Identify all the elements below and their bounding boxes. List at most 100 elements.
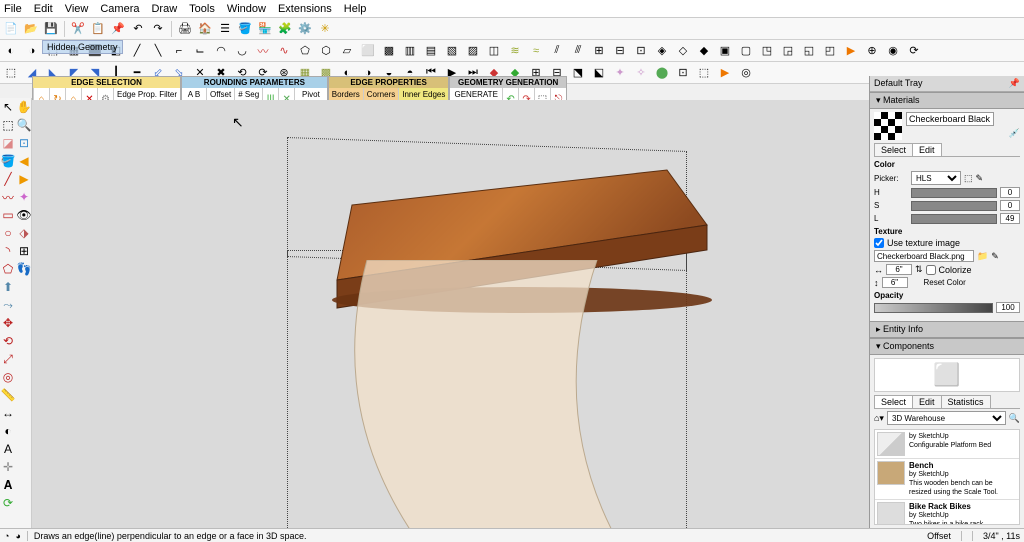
t3-select-icon[interactable]: ⬚ [2, 64, 20, 82]
tab-comp-stats[interactable]: Statistics [941, 395, 991, 408]
t2-cube-icon[interactable]: ▥ [401, 42, 419, 60]
colorize-checkbox[interactable] [926, 265, 936, 275]
t2-icon[interactable]: ◲ [779, 42, 797, 60]
l-slider[interactable] [911, 214, 997, 224]
warehouse-select[interactable]: 3D Warehouse [887, 411, 1006, 425]
menu-tools[interactable]: Tools [189, 3, 215, 15]
t2-icon[interactable]: ⊡ [632, 42, 650, 60]
tab-select[interactable]: Select [874, 143, 913, 156]
t2-icon[interactable]: ╱ [128, 42, 146, 60]
t2-cube-icon[interactable]: ▧ [443, 42, 461, 60]
tex-w-input[interactable] [886, 264, 912, 275]
swap-icon[interactable]: ⬚ [964, 173, 973, 184]
material-swatch[interactable] [874, 112, 902, 140]
rotate-icon[interactable]: ⟲ [0, 332, 16, 350]
t2-cube-icon[interactable]: ▤ [422, 42, 440, 60]
t2-icon[interactable]: ⫻ [569, 42, 587, 60]
use-texture-checkbox[interactable] [874, 238, 884, 248]
tool-redo-icon[interactable]: ↷ [149, 20, 167, 38]
t2-icon[interactable]: ⟳ [905, 42, 923, 60]
tex-h-input[interactable] [882, 277, 908, 288]
reset-color-button[interactable]: Reset Color [924, 278, 966, 287]
browse-icon[interactable]: 📁 [977, 251, 988, 262]
t3-icon[interactable]: ⬚ [695, 64, 713, 82]
t3-icon[interactable]: ⬤ [653, 64, 671, 82]
paint-icon[interactable]: 🪣 [0, 152, 16, 170]
t2-icon[interactable]: 〰 [254, 42, 272, 60]
material-name-input[interactable] [906, 112, 994, 126]
tool-undo-icon[interactable]: ↶ [129, 20, 147, 38]
component-item[interactable]: by SketchUpConfigurable Platform Bed [875, 430, 1019, 459]
arc-icon[interactable]: ◝ [0, 242, 16, 260]
s-slider[interactable] [911, 201, 997, 211]
lp-icon[interactable]: ⊞ [16, 242, 32, 260]
menu-extensions[interactable]: Extensions [278, 3, 332, 15]
tool-new-icon[interactable]: 📄 [2, 20, 20, 38]
tool-cut-icon[interactable]: ✂️ [69, 20, 87, 38]
tool-open-icon[interactable]: 📂 [22, 20, 40, 38]
rect-icon[interactable]: ▭ [0, 206, 16, 224]
t2-icon[interactable]: ◳ [758, 42, 776, 60]
menu-camera[interactable]: Camera [100, 3, 139, 15]
push-icon[interactable]: ⬆ [0, 278, 16, 296]
t3-icon[interactable]: ⬔ [569, 64, 587, 82]
menu-help[interactable]: Help [344, 3, 367, 15]
t2-cube-icon[interactable]: ⬜ [359, 42, 377, 60]
follow-icon[interactable]: ⤳ [0, 296, 16, 314]
offset-icon[interactable]: ◎ [0, 368, 16, 386]
t2-icon[interactable]: ⊟ [611, 42, 629, 60]
tool-layers-icon[interactable]: ☰ [216, 20, 234, 38]
materials-header[interactable]: ▾ Materials [870, 92, 1024, 109]
position-icon[interactable]: ✦ [16, 188, 32, 206]
menu-draw[interactable]: Draw [151, 3, 177, 15]
select-tool-icon[interactable]: ↖ [0, 98, 16, 116]
zoom-ext-icon[interactable]: ⊡ [16, 134, 32, 152]
component-list[interactable]: by SketchUpConfigurable Platform Bed Ben… [874, 429, 1020, 525]
component-item[interactable]: Bike Rack Bikesby SketchUpTwo bikes in a… [875, 500, 1019, 525]
menu-file[interactable]: File [4, 3, 22, 15]
home-comp-icon[interactable]: ⌂▾ [874, 413, 884, 424]
s-value[interactable] [1000, 200, 1020, 211]
next-view-icon[interactable]: ▶ [16, 170, 32, 188]
hidden-geometry-chip[interactable]: Hidden Geometry [42, 40, 123, 54]
tool-settings-icon[interactable]: ⚙️ [296, 20, 314, 38]
entity-info-header[interactable]: ▸ Entity Info [870, 321, 1024, 338]
viewport-3d[interactable]: ↖ [32, 100, 869, 528]
t3-icon[interactable]: ▶ [716, 64, 734, 82]
tab-comp-select[interactable]: Select [874, 395, 913, 408]
t2-icon[interactable]: ╲ [149, 42, 167, 60]
eyedrop-icon[interactable]: ✎ [976, 173, 984, 184]
axes-icon[interactable]: ✛ [0, 458, 16, 476]
menu-edit[interactable]: Edit [34, 3, 53, 15]
prev-view-icon[interactable]: ◀ [16, 152, 32, 170]
move-icon[interactable]: ✥ [0, 314, 16, 332]
h-value[interactable] [1000, 187, 1020, 198]
circle-icon[interactable]: ○ [0, 224, 16, 242]
t2-cube-icon[interactable]: ◫ [485, 42, 503, 60]
tray-title-bar[interactable]: Default Tray 📌 [870, 76, 1024, 92]
t2-icon[interactable]: ◐ [2, 42, 20, 60]
component-item[interactable]: Benchby SketchUpThis wooden bench can be… [875, 459, 1019, 500]
status-icon[interactable]: ◔ [4, 531, 9, 541]
t2-icon[interactable]: ◱ [800, 42, 818, 60]
link-icon[interactable]: ⇅ [915, 264, 923, 275]
t2-icon[interactable]: ◑ [23, 42, 41, 60]
tape-icon[interactable]: 📏 [0, 386, 16, 404]
t3-icon[interactable]: ⊡ [674, 64, 692, 82]
tool-print-icon[interactable]: 🖨 [176, 20, 194, 38]
t2-icon[interactable]: ⌙ [191, 42, 209, 60]
t2-icon[interactable]: ◇ [674, 42, 692, 60]
opacity-value[interactable] [996, 302, 1020, 313]
poly-icon[interactable]: ⬠ [0, 260, 16, 278]
eraser-icon[interactable]: ◪ [0, 134, 16, 152]
tool-copy-icon[interactable]: 📋 [89, 20, 107, 38]
t2-icon[interactable]: ≋ [506, 42, 524, 60]
t2-icon[interactable]: ⊕ [863, 42, 881, 60]
freehand-icon[interactable]: 〰 [0, 188, 16, 206]
t3-icon[interactable]: ◎ [737, 64, 755, 82]
protractor-icon[interactable]: ◐ [0, 422, 16, 440]
menu-window[interactable]: Window [227, 3, 266, 15]
tool-model-icon[interactable]: 🏠 [196, 20, 214, 38]
t3-icon[interactable]: ✧ [632, 64, 650, 82]
menu-view[interactable]: View [65, 3, 89, 15]
